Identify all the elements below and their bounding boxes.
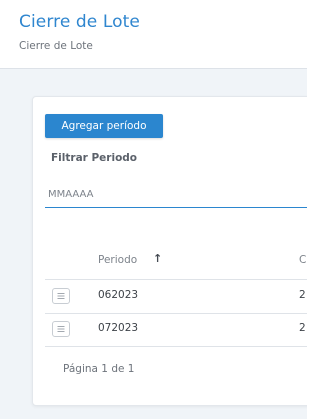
page: Cierre de Lote Cierre de Lote Agregar pe… (0, 0, 307, 419)
add-period-button[interactable]: Agregar período (45, 114, 163, 138)
column-header-next[interactable]: C (299, 254, 306, 266)
table-header: Periodo ↑ C (45, 243, 307, 280)
cell-next: 2 (299, 289, 306, 301)
cell-periodo: 072023 (98, 322, 139, 334)
cell-next: 2 (299, 322, 306, 334)
table-row: 072023 2 (45, 313, 307, 347)
arrow-up-icon[interactable]: ↑ (153, 252, 162, 265)
row-menu-button[interactable] (52, 288, 70, 304)
pagination-info: Página 1 de 1 (63, 363, 135, 375)
column-header-periodo[interactable]: Periodo (98, 254, 137, 266)
page-title: Cierre de Lote (19, 12, 140, 32)
menu-icon (57, 293, 65, 299)
menu-icon (57, 326, 65, 332)
breadcrumb: Cierre de Lote (19, 40, 93, 52)
cell-periodo: 062023 (98, 289, 139, 301)
row-menu-button[interactable] (52, 321, 70, 337)
filter-label: Filtrar Periodo (51, 152, 138, 164)
period-filter-input[interactable] (45, 182, 307, 208)
page-header: Cierre de Lote Cierre de Lote (0, 0, 307, 69)
table-row: 062023 2 (45, 280, 307, 314)
